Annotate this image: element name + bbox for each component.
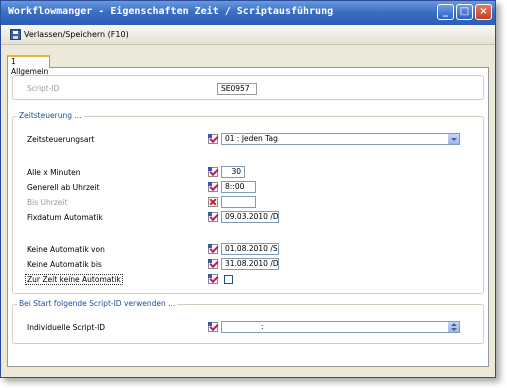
start-script-group: Bei Start folgende Script-ID verwenden .… <box>12 299 484 344</box>
tab-allgemein[interactable]: 1 Allgemein <box>7 55 50 76</box>
zur-zeit-checkbox[interactable] <box>208 274 218 284</box>
bis-uhrzeit-field[interactable] <box>221 196 256 208</box>
script-id-field[interactable]: SE0957 <box>217 83 257 95</box>
zeitsteuerung-group: Zeitsteuerung ... Zeitsteuerungsart 01 :… <box>12 111 484 294</box>
keine-bis-field[interactable]: 31.08.2010 /Di <box>221 258 279 270</box>
chevron-down-icon[interactable] <box>447 134 459 144</box>
zeitsteuerungsart-checkbox[interactable] <box>208 134 218 144</box>
script-id-label: Script-ID <box>27 84 60 93</box>
bis-uhrzeit-label: Bis Uhrzeit <box>27 198 68 207</box>
minimize-button[interactable]: _ <box>437 4 454 20</box>
title-bar[interactable]: Workflowmanger - Eigenschaften Zeit / Sc… <box>1 1 495 25</box>
keine-von-field[interactable]: 01.08.2010 /So <box>221 243 279 255</box>
zeitsteuerungsart-value: 01 : Jeden Tag <box>225 134 278 143</box>
tab-panel: Script-ID SE0957 Zeitsteuerung ... Zeits… <box>7 67 489 367</box>
keine-von-label: Keine Automatik von <box>27 245 105 254</box>
keine-von-checkbox[interactable] <box>208 244 218 254</box>
script-id-group: Script-ID SE0957 <box>12 75 484 100</box>
individuelle-script-id-label: Individuelle Script-ID <box>27 323 106 332</box>
minuten-field[interactable]: 30 <box>221 166 245 178</box>
close-button[interactable]: × <box>475 4 492 20</box>
fixdatum-field[interactable]: 09.03.2010 /Di <box>221 211 279 223</box>
zur-zeit-label: Zur Zeit keine Automatik <box>25 274 123 285</box>
save-exit-button[interactable]: Verlassen/Speichern (F10) <box>24 30 129 39</box>
ab-uhrzeit-field[interactable]: 8::00 <box>221 181 256 193</box>
ab-uhrzeit-label: Generell ab Uhrzeit <box>27 183 100 192</box>
keine-bis-label: Keine Automatik bis <box>27 260 102 269</box>
zeitsteuerung-title: Zeitsteuerung ... <box>17 111 84 120</box>
start-script-title: Bei Start folgende Script-ID verwenden .… <box>17 299 178 308</box>
keine-bis-checkbox[interactable] <box>208 259 218 269</box>
zur-zeit-keine-automatik-checkbox[interactable] <box>224 275 233 284</box>
ab-uhrzeit-checkbox[interactable] <box>208 182 218 192</box>
individuelle-script-id-value: : <box>261 322 264 331</box>
save-icon[interactable] <box>10 29 21 40</box>
zeitsteuerungsart-select[interactable]: 01 : Jeden Tag <box>221 133 460 145</box>
toolbar: Verlassen/Speichern (F10) <box>1 25 495 45</box>
minuten-checkbox[interactable] <box>208 167 218 177</box>
minuten-label: Alle x Minuten <box>27 168 81 177</box>
fixdatum-checkbox[interactable] <box>208 212 218 222</box>
maximize-button[interactable]: □ <box>456 4 473 20</box>
spinner-icon[interactable] <box>447 322 459 332</box>
dialog-window: Workflowmanger - Eigenschaften Zeit / Sc… <box>0 0 496 378</box>
fixdatum-label: Fixdatum Automatik <box>27 213 103 222</box>
zeitsteuerungsart-label: Zeitsteuerungsart <box>27 135 95 144</box>
window-title: Workflowmanger - Eigenschaften Zeit / Sc… <box>8 6 334 17</box>
individuelle-script-id-checkbox[interactable] <box>208 322 218 332</box>
bis-uhrzeit-checkbox[interactable] <box>208 197 218 207</box>
individuelle-script-id-select[interactable]: : <box>221 321 460 333</box>
